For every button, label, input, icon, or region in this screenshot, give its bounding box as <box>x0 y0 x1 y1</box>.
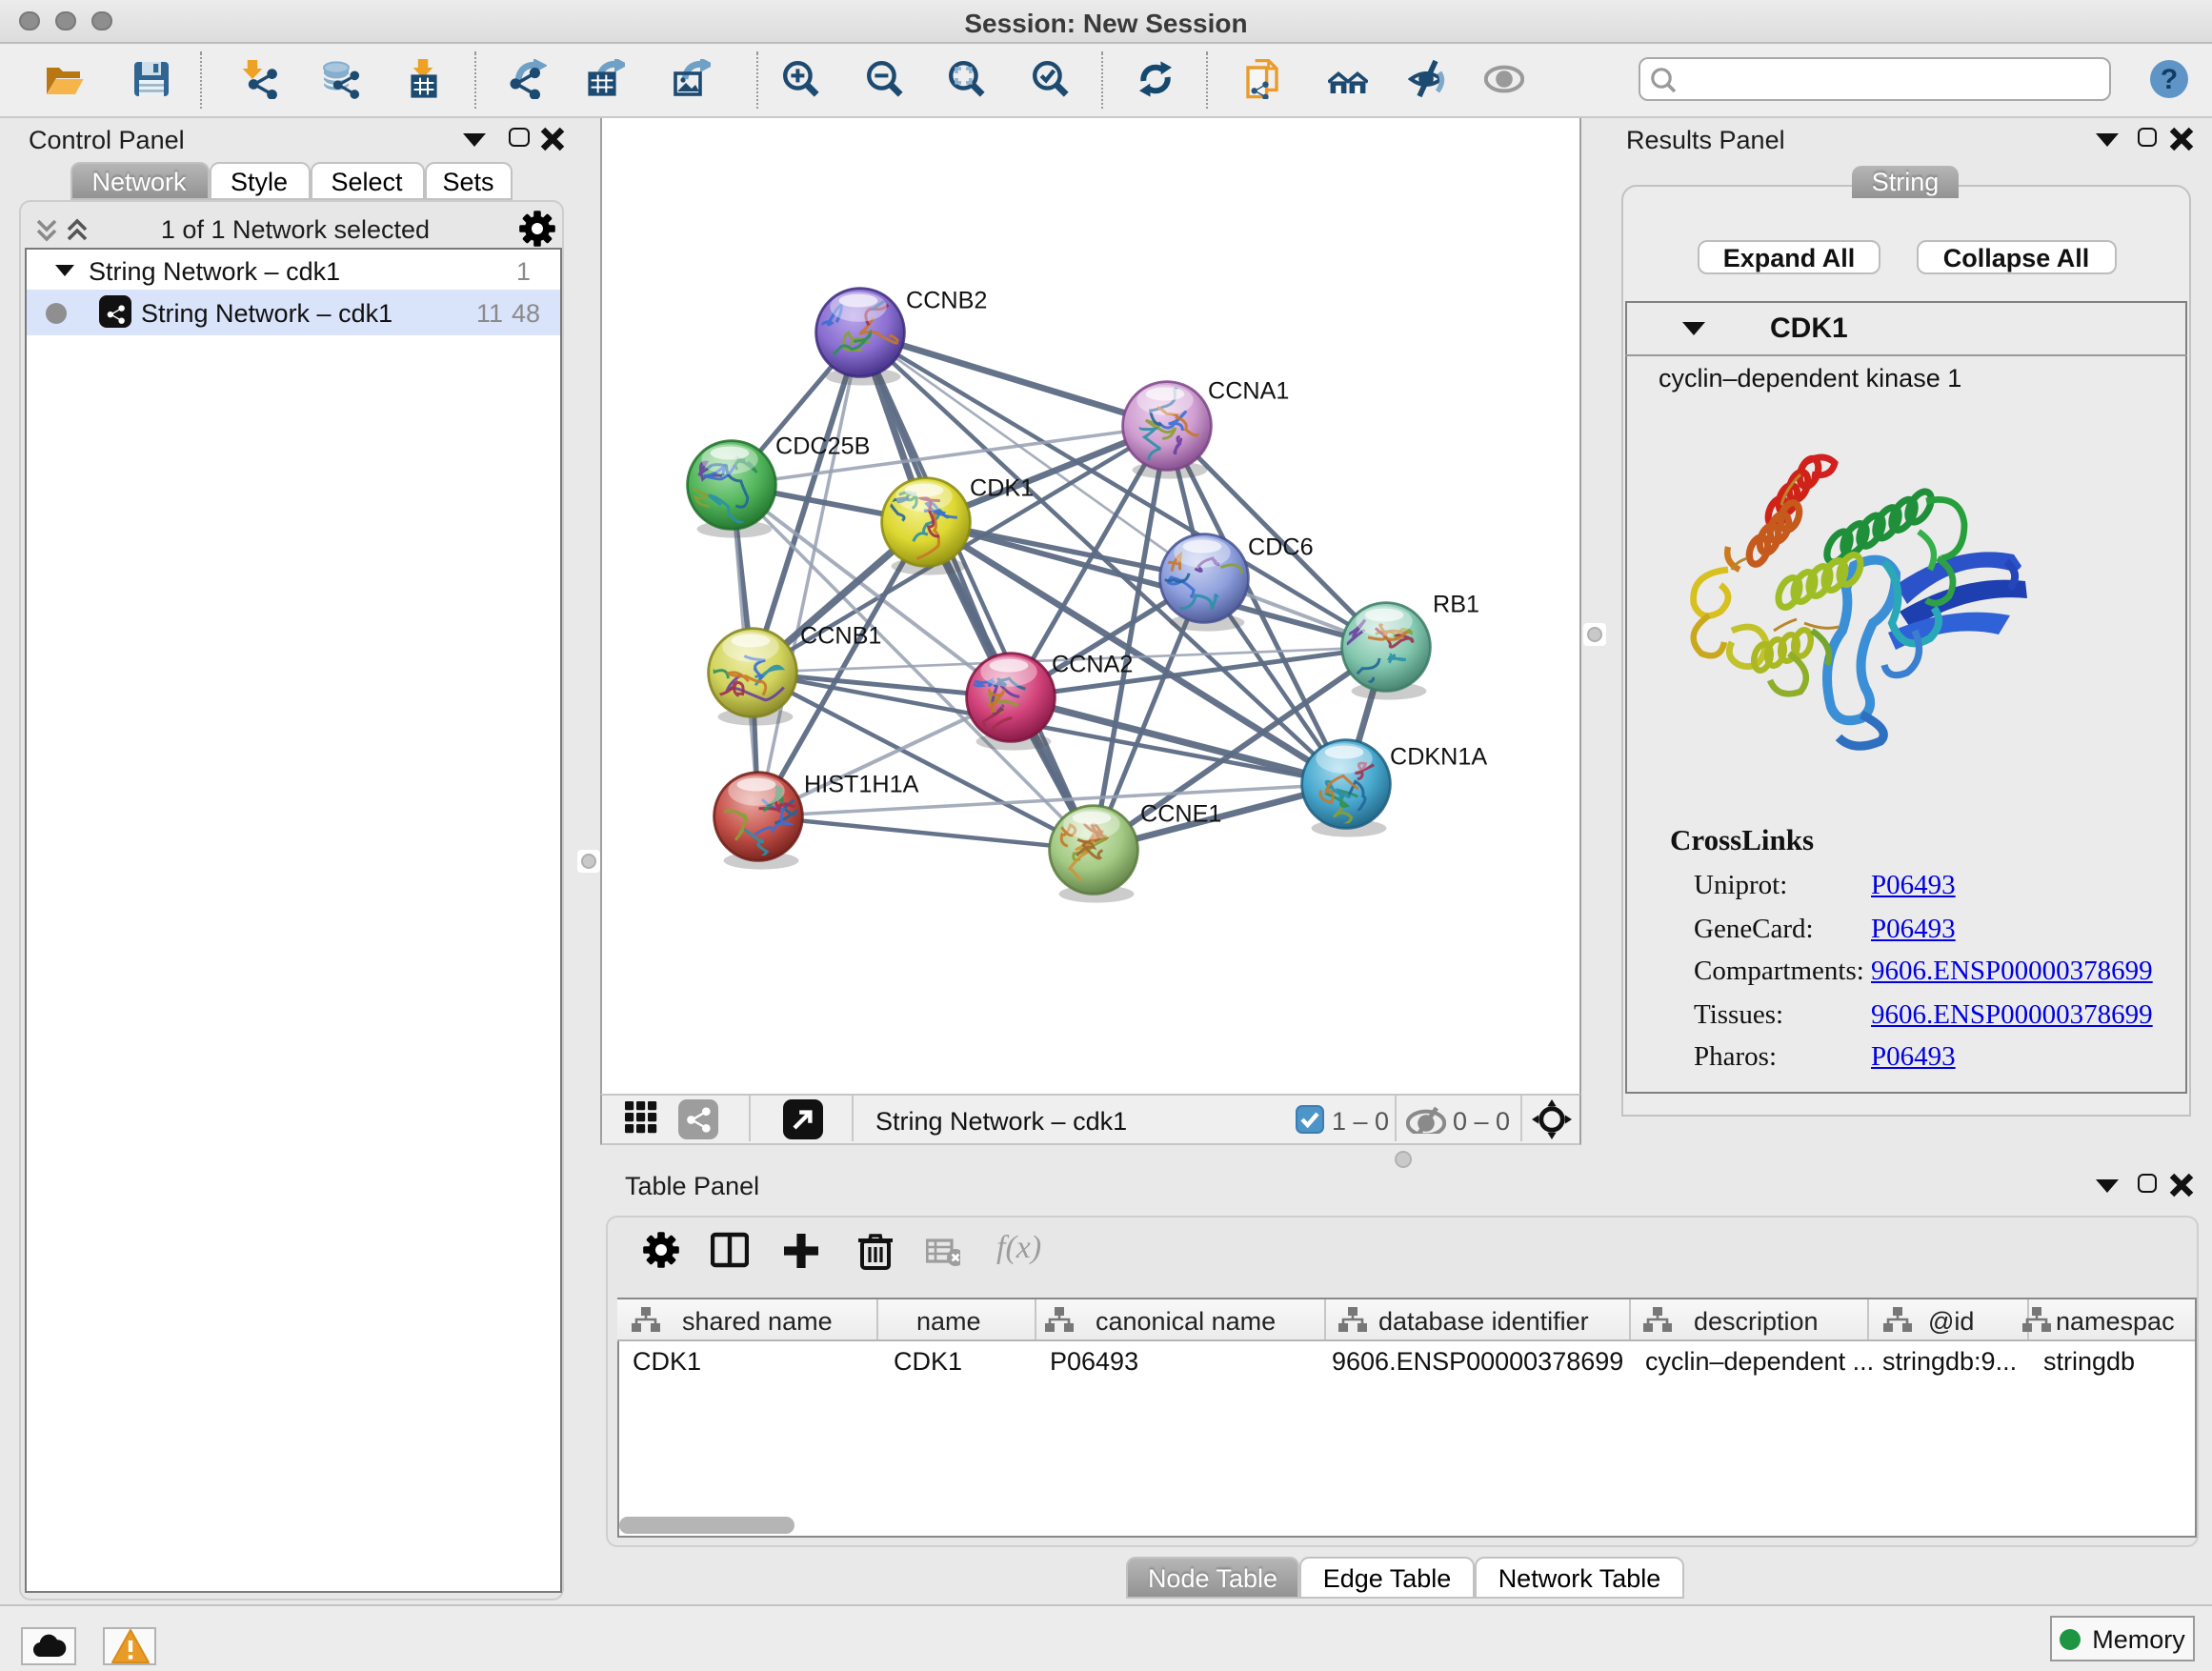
svg-text:CDK1: CDK1 <box>970 474 1034 501</box>
svg-text:CCNE1: CCNE1 <box>1140 800 1221 827</box>
svg-text:CCNA1: CCNA1 <box>1208 377 1289 404</box>
svg-text:CCNB1: CCNB1 <box>800 622 881 649</box>
svg-text:CDC6: CDC6 <box>1248 534 1314 560</box>
svg-text:HIST1H1A: HIST1H1A <box>804 771 919 797</box>
svg-text:CCNA2: CCNA2 <box>1052 651 1133 677</box>
svg-text:CCNB2: CCNB2 <box>906 287 987 313</box>
svg-text:?: ? <box>2160 64 2177 95</box>
svg-text:CDC25B: CDC25B <box>775 433 870 459</box>
svg-text:CDKN1A: CDKN1A <box>1390 743 1487 770</box>
svg-text:RB1: RB1 <box>1433 591 1479 617</box>
